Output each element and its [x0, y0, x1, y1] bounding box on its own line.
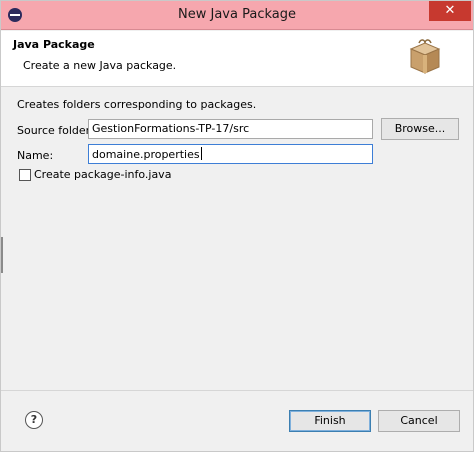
package-name-value: domaine.properties	[92, 148, 200, 161]
title-bar[interactable]: New Java Package ✕	[1, 1, 473, 30]
header-title: Java Package	[13, 38, 95, 51]
help-icon[interactable]: ?	[25, 411, 43, 429]
package-name-field[interactable]: domaine.properties	[88, 144, 373, 164]
create-package-info-checkbox[interactable]	[19, 169, 31, 181]
create-package-info-label[interactable]: Create package-info.java	[34, 168, 171, 181]
cancel-button[interactable]: Cancel	[378, 410, 460, 432]
window-title: New Java Package	[178, 7, 296, 22]
finish-button[interactable]: Finish	[289, 410, 371, 432]
wizard-header: Java Package Create a new Java package.	[1, 31, 473, 87]
page-description: Creates folders corresponding to package…	[17, 98, 257, 111]
package-icon	[409, 39, 441, 74]
text-caret	[200, 147, 202, 160]
header-description: Create a new Java package.	[23, 59, 177, 72]
footer-divider	[1, 390, 473, 391]
close-button[interactable]: ✕	[429, 1, 471, 21]
browse-button[interactable]: Browse...	[381, 118, 459, 140]
name-label: Name:	[17, 149, 54, 162]
frame-edge	[1, 237, 3, 273]
source-folder-label: Source folder:	[17, 124, 94, 137]
source-folder-field[interactable]: GestionFormations-TP-17/src	[88, 119, 373, 139]
new-java-package-dialog: New Java Package ✕ Java Package Create a…	[0, 0, 474, 452]
